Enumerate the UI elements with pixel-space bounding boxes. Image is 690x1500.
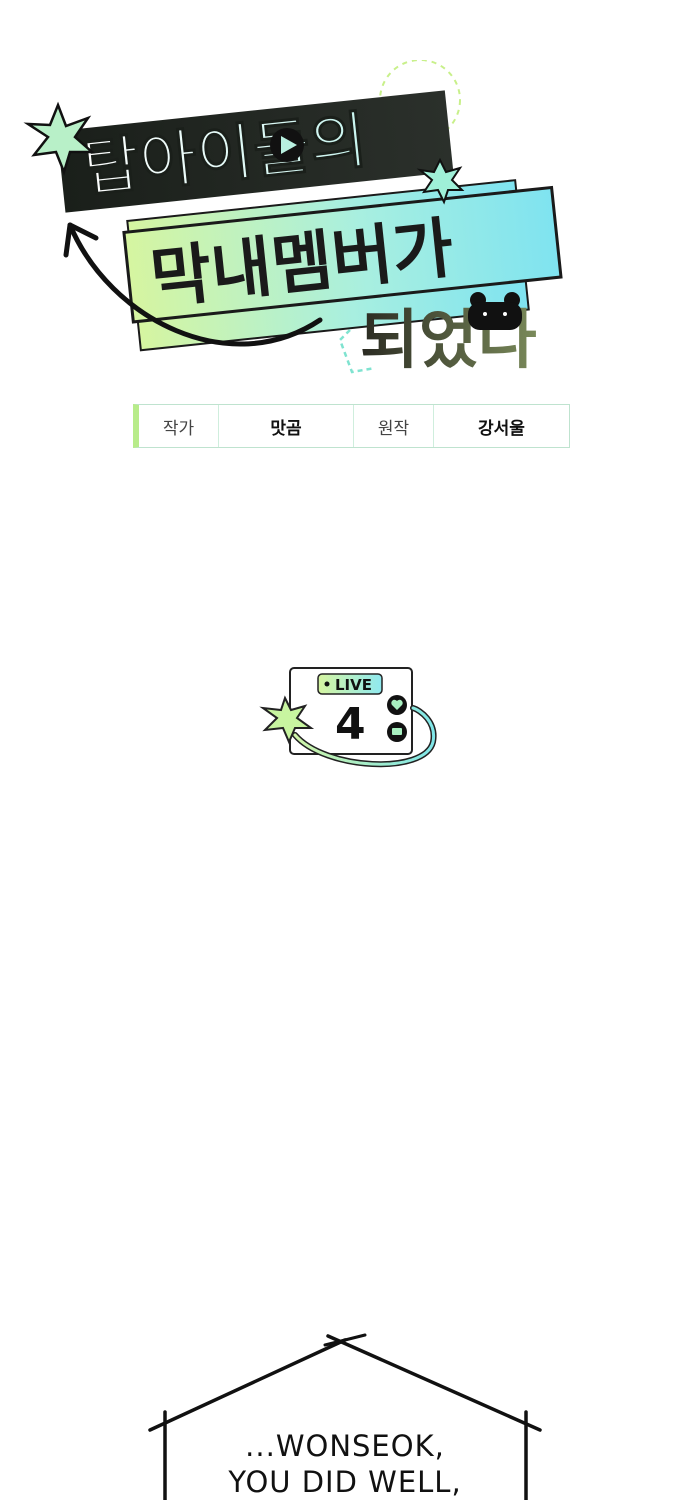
heart-icon xyxy=(387,695,407,715)
episode-number: 4 xyxy=(335,699,366,750)
title-logo: 탑아이돌의 막내멤버가 되었다 xyxy=(23,60,563,378)
original-label: 원작 xyxy=(354,405,434,447)
speech-line: ...WONSEOK, xyxy=(245,1429,445,1463)
chat-icon xyxy=(387,722,407,742)
play-icon xyxy=(270,128,304,162)
speech-line: YOU DID WELL, xyxy=(228,1465,462,1499)
author-name: 맛곰 xyxy=(219,405,354,447)
credits-bar: 작가 맛곰 원작 강서울 xyxy=(133,404,570,448)
episode-badge: LIVE 4 xyxy=(259,667,437,768)
title-line1: 탑아이돌의 xyxy=(79,103,370,205)
original-author-name: 강서울 xyxy=(478,418,525,439)
speech-text: ...WONSEOK, YOU DID WELL, xyxy=(160,1428,530,1500)
live-label: LIVE xyxy=(335,676,372,694)
author-label: 작가 xyxy=(139,405,219,447)
